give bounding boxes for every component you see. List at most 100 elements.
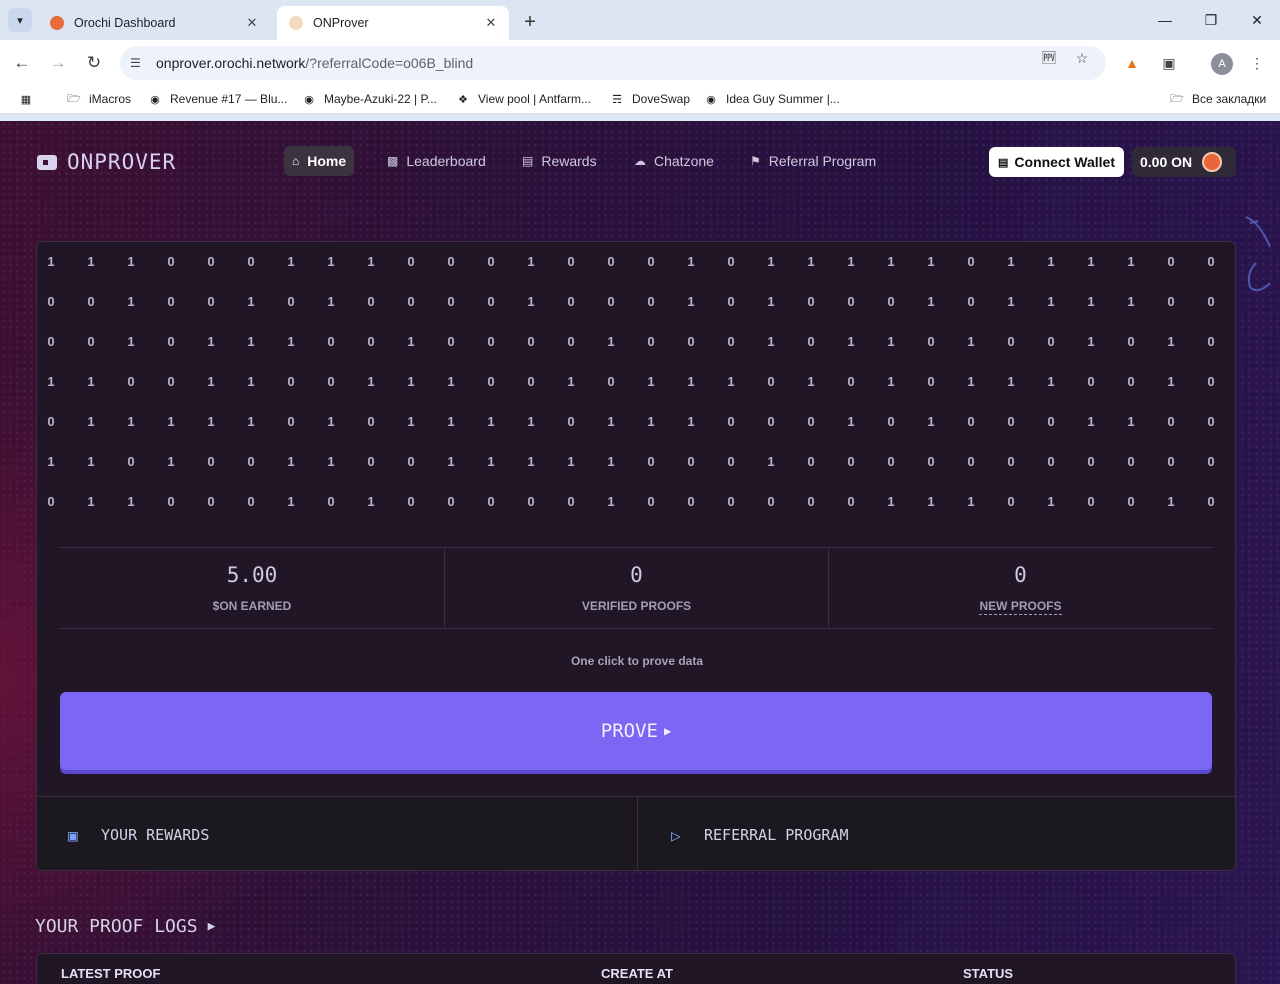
bit-cell: 0	[647, 254, 655, 269]
site-icon: ❖	[458, 93, 468, 106]
on-token-icon	[1202, 152, 1223, 172]
bit-cell: 1	[127, 294, 135, 309]
bit-cell: 1	[247, 414, 255, 429]
bookmark-star-icon[interactable]: ☆	[1072, 48, 1092, 68]
connect-wallet-button[interactable]: ▤ Connect Wallet	[989, 147, 1125, 177]
bit-cell: 1	[1127, 254, 1135, 269]
prove-button[interactable]: PROVE ▶	[60, 692, 1212, 770]
bit-cell: 1	[607, 334, 615, 349]
bit-cell: 0	[847, 494, 855, 509]
bit-cell: 1	[967, 494, 975, 509]
close-window-button[interactable]: ✕	[1242, 8, 1272, 32]
nav-home[interactable]: ⌂ Home	[284, 146, 355, 176]
bit-cell: 0	[1207, 454, 1215, 469]
bit-cell: 0	[1127, 374, 1135, 389]
bit-cell: 1	[847, 414, 855, 429]
bit-cell: 1	[1231, 414, 1235, 429]
nav-chatzone[interactable]: ☁ Chatzone	[626, 146, 722, 176]
bit-cell: 0	[647, 294, 655, 309]
bit-cell: 1	[287, 494, 295, 509]
bit-cell: 1	[527, 254, 535, 269]
bit-cell: 1	[607, 494, 615, 509]
forward-button[interactable]: →	[46, 51, 70, 75]
bit-cell: 0	[207, 254, 215, 269]
bit-cell: 0	[47, 294, 55, 309]
folder-icon: 🗁	[67, 92, 81, 105]
bit-cell: 0	[1087, 494, 1095, 509]
url-text[interactable]: onprover.orochi.network/?referralCode=o0…	[156, 55, 473, 71]
browser-toolbar: ← → ↻ ☰ onprover.orochi.network/?referra…	[0, 40, 1280, 86]
back-button[interactable]: ←	[10, 51, 34, 75]
bit-cell: 0	[87, 294, 95, 309]
bit-cell: 0	[887, 414, 895, 429]
bookmark-maybe-azuki[interactable]: ◉ Maybe-Azuki-22 | P...	[301, 92, 437, 106]
bookmark-view-pool[interactable]: ❖ View pool | Antfarm...	[455, 92, 591, 106]
bit-cell: 1	[567, 454, 575, 469]
nav-rewards[interactable]: ▤ Rewards	[514, 146, 605, 176]
bit-cell: 1	[367, 374, 375, 389]
balance-badge[interactable]: 0.00 ON	[1132, 147, 1236, 177]
translate-icon[interactable]: 🅎	[1039, 48, 1059, 68]
onprover-logo[interactable]: ONPROVER	[37, 150, 176, 174]
bit-cell: 1	[1231, 254, 1235, 269]
proof-logs-title[interactable]: YOUR PROOF LOGS ▶	[35, 916, 215, 937]
bookmark-revenue[interactable]: ◉ Revenue #17 — Blu...	[147, 92, 287, 106]
bit-cell: 0	[607, 254, 615, 269]
play-arrow-icon: ▶	[207, 919, 216, 934]
bit-cell: 0	[1207, 414, 1215, 429]
bit-cell: 1	[247, 334, 255, 349]
minimize-button[interactable]: —	[1150, 8, 1180, 32]
stat-label[interactable]: NEW PROOFS	[829, 599, 1212, 615]
bit-cell: 1	[47, 454, 55, 469]
bit-cell: 0	[167, 254, 175, 269]
bookmark-imacros[interactable]: 🗁 iMacros	[66, 92, 131, 106]
bit-cell: 1	[1087, 294, 1095, 309]
bit-cell: 0	[327, 494, 335, 509]
address-bar[interactable]: ☰ onprover.orochi.network/?referralCode=…	[120, 46, 1106, 80]
stat-label: VERIFIED PROOFS	[581, 599, 692, 613]
menu-kebab-icon[interactable]: ⋮	[1245, 51, 1269, 75]
extensions-icon[interactable]: ▣	[1157, 51, 1181, 75]
stat-value: 5.00	[226, 563, 278, 587]
reload-button[interactable]: ↻	[82, 51, 106, 75]
nav-leaderboard[interactable]: ▩ Leaderboard	[379, 146, 494, 176]
bit-cell: 0	[167, 494, 175, 509]
profile-avatar[interactable]: A	[1211, 53, 1233, 75]
bookmark-doveswap[interactable]: ☴ DoveSwap	[609, 92, 690, 106]
bit-cell: 0	[647, 334, 655, 349]
close-tab-icon[interactable]: ✕	[244, 15, 260, 31]
site-info-icon[interactable]: ☰	[130, 56, 152, 70]
stat-value: 0	[630, 563, 643, 587]
bit-cell: 1	[807, 374, 815, 389]
close-tab-icon[interactable]: ✕	[483, 15, 499, 31]
tab-strip: ▾ Orochi Dashboard ✕ ONProver ✕ + — ❐ ✕	[0, 0, 1280, 40]
bit-cell: 0	[807, 294, 815, 309]
referral-program-link[interactable]: ▷ REFERRAL PROGRAM	[637, 797, 1235, 870]
bit-cell: 1	[1047, 494, 1055, 509]
tab-orochi-dashboard[interactable]: Orochi Dashboard ✕	[38, 6, 270, 40]
bit-cell: 0	[367, 414, 375, 429]
bit-cell: 0	[287, 294, 295, 309]
orochi-favicon-icon	[50, 16, 64, 30]
tab-search-button[interactable]: ▾	[8, 8, 32, 32]
bit-cell: 1	[47, 254, 55, 269]
bit-cell: 1	[1047, 254, 1055, 269]
apps-grid-icon[interactable]: ▦	[18, 92, 41, 106]
your-rewards-link[interactable]: ▣ YOUR REWARDS	[37, 797, 637, 870]
bit-cell: 0	[487, 374, 495, 389]
tab-onprover[interactable]: ONProver ✕	[277, 6, 509, 40]
bit-cell: 1	[1231, 334, 1235, 349]
bit-cell: 1	[1087, 414, 1095, 429]
site-icon: ☴	[612, 93, 622, 106]
all-bookmarks[interactable]: 🗁 Все закладки	[1169, 92, 1266, 106]
restore-button[interactable]: ❐	[1196, 8, 1226, 32]
new-tab-button[interactable]: +	[518, 10, 542, 34]
bit-cell: 0	[927, 374, 935, 389]
bit-cell: 0	[687, 494, 695, 509]
nav-referral-program[interactable]: ⚑ Referral Program	[742, 146, 884, 176]
bit-cell: 0	[567, 294, 575, 309]
bit-cell: 1	[727, 374, 735, 389]
bit-cell: 0	[1087, 374, 1095, 389]
bookmark-idea-guy[interactable]: ◉ Idea Guy Summer |...	[703, 92, 840, 106]
metamask-extension-icon[interactable]: ▲	[1120, 51, 1144, 75]
